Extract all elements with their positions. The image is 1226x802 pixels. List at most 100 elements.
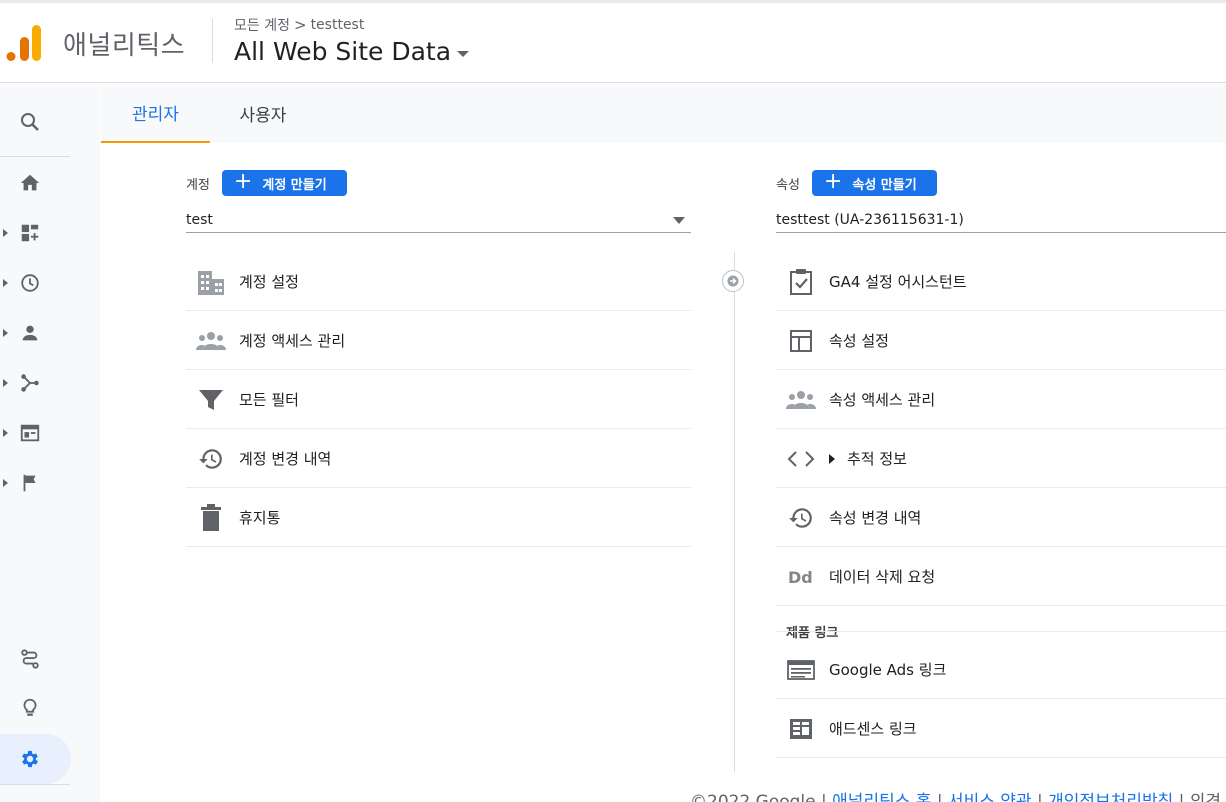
property-header: 속성 + 속성 만들기 (776, 170, 937, 196)
plus-icon: + (233, 169, 253, 194)
breadcrumb[interactable]: 모든 계정 > testtest (234, 15, 364, 35)
trash-item[interactable]: 휴지통 (186, 488, 691, 547)
create-property-button[interactable]: + 속성 만들기 (811, 169, 937, 196)
ga4-setup-assistant-item[interactable]: GA4 설정 어시스턴트 (776, 252, 1226, 311)
property-selected: testtest (UA-236115631-1) (776, 211, 964, 228)
property-heading: 속성 (776, 177, 800, 193)
breadcrumb-separator: > (293, 16, 307, 34)
breadcrumb-root[interactable]: 모든 계정 (234, 15, 290, 35)
conversions-button[interactable] (14, 467, 46, 499)
analytics-logo-icon[interactable] (6, 23, 42, 63)
clipboard-check-icon (786, 267, 816, 297)
home-button[interactable] (14, 167, 46, 199)
behavior-button[interactable] (14, 417, 46, 449)
all-filters-item[interactable]: 모든 필터 (186, 370, 691, 429)
tab-user[interactable]: 사용자 (210, 84, 316, 143)
expand-arrow-icon[interactable] (829, 454, 835, 464)
property-menu: GA4 설정 어시스턴트 속성 설정 속성 액세스 관리 추적 정보 속성 변경… (776, 252, 1226, 606)
expand-arrow-icon[interactable] (3, 229, 8, 237)
footer-feedback[interactable]: 의견 (1190, 792, 1221, 802)
tracking-info-item[interactable]: 추적 정보 (776, 429, 1226, 488)
app-name: 애널리틱스 (63, 31, 186, 61)
account-heading: 계정 (186, 177, 210, 193)
realtime-button[interactable] (14, 267, 46, 299)
footer-link-analytics-home[interactable]: 애널리틱스 홈 (832, 792, 931, 802)
people-icon (786, 385, 816, 415)
move-button[interactable] (722, 270, 744, 292)
account-settings-item[interactable]: 계정 설정 (186, 252, 691, 311)
history-icon (196, 444, 226, 474)
search-button[interactable] (14, 106, 46, 138)
google-ads-link-item[interactable]: Google Ads 링크 (776, 640, 1226, 699)
account-history-label: 계정 변경 내역 (239, 449, 332, 468)
app-header: 애널리틱스 모든 계정 > testtest All Web Site Data (0, 3, 1226, 83)
realtime-icon (21, 274, 39, 292)
expand-arrow-icon[interactable] (3, 279, 8, 287)
footer-separator: | (821, 792, 827, 802)
code-icon (786, 444, 816, 474)
expand-arrow-icon[interactable] (3, 429, 8, 437)
property-access-label: 속성 액세스 관리 (829, 390, 936, 409)
account-selector[interactable]: test (186, 207, 691, 233)
account-header: 계정 + 계정 만들기 (186, 170, 347, 196)
history-icon (786, 503, 816, 533)
audience-icon (22, 325, 38, 341)
nav-divider (0, 784, 70, 785)
tracking-info-label: 추적 정보 (829, 448, 907, 469)
discover-button[interactable] (14, 692, 46, 724)
account-history-item[interactable]: 계정 변경 내역 (186, 429, 691, 488)
layout-icon (786, 326, 816, 356)
all-filters-label: 모든 필터 (239, 390, 299, 409)
account-menu: 계정 설정 계정 액세스 관리 모든 필터 계정 변경 내역 휴지통 (186, 252, 691, 547)
admin-button[interactable] (14, 743, 46, 775)
create-account-button[interactable]: + 계정 만들기 (221, 169, 347, 196)
tab-admin[interactable]: 관리자 (101, 84, 210, 143)
breadcrumb-current[interactable]: testtest (311, 17, 365, 33)
property-selector[interactable]: testtest (UA-236115631-1) (776, 207, 1226, 233)
behavior-icon (20, 424, 40, 442)
ads-icon (786, 655, 816, 685)
expand-arrow-icon[interactable] (3, 379, 8, 387)
audience-button[interactable] (14, 317, 46, 349)
create-property-label: 속성 만들기 (852, 177, 917, 193)
property-access-item[interactable]: 속성 액세스 관리 (776, 370, 1226, 429)
conversions-icon (23, 474, 36, 492)
adsense-icon (786, 714, 816, 744)
expand-arrow-icon[interactable] (3, 329, 8, 337)
home-icon (20, 174, 40, 191)
attribution-button[interactable] (14, 643, 46, 675)
footer-separator: | (1036, 792, 1043, 802)
expand-arrow-icon[interactable] (3, 479, 8, 487)
people-icon (196, 326, 226, 356)
dd-icon: Dd (786, 562, 816, 592)
account-access-label: 계정 액세스 관리 (239, 331, 346, 350)
adsense-link-item[interactable]: 애드센스 링크 (776, 699, 1226, 758)
plus-icon: + (823, 169, 843, 194)
create-account-label: 계정 만들기 (262, 177, 327, 193)
footer-link-privacy[interactable]: 개인정보처리방침 (1048, 792, 1173, 802)
customization-button[interactable] (14, 217, 46, 249)
property-settings-item[interactable]: 속성 설정 (776, 311, 1226, 370)
footer-separator: | (1178, 792, 1185, 802)
admin-content: 관리자 사용자 계정 + 계정 만들기 test 계정 설정 계정 액세스 관리 (101, 84, 1226, 774)
data-deletion-item[interactable]: Dd 데이터 삭제 요청 (776, 547, 1226, 606)
acquisition-button[interactable] (14, 367, 46, 399)
tracking-info-text: 추적 정보 (847, 449, 907, 468)
product-links-menu: Google Ads 링크 애드센스 링크 (776, 640, 1226, 758)
acquisition-icon (21, 374, 39, 392)
footer-link-terms[interactable]: 서비스 약관 (948, 792, 1032, 802)
left-nav (0, 84, 100, 802)
svg-text:Dd: Dd (788, 568, 813, 587)
footer: ©2022 Google | 애널리틱스 홈 | 서비스 약관 | 개인정보처리… (690, 787, 1221, 802)
property-history-label: 속성 변경 내역 (829, 508, 922, 527)
property-history-item[interactable]: 속성 변경 내역 (776, 488, 1226, 547)
chevron-down-icon (457, 50, 470, 57)
data-deletion-label: 데이터 삭제 요청 (829, 567, 936, 586)
attribution-icon (21, 649, 39, 669)
account-access-item[interactable]: 계정 액세스 관리 (186, 311, 691, 370)
trash-icon (196, 503, 226, 533)
building-icon (196, 267, 226, 297)
nav-divider (0, 156, 70, 157)
view-selector[interactable]: All Web Site Data (234, 37, 470, 66)
lightbulb-icon (23, 698, 37, 716)
